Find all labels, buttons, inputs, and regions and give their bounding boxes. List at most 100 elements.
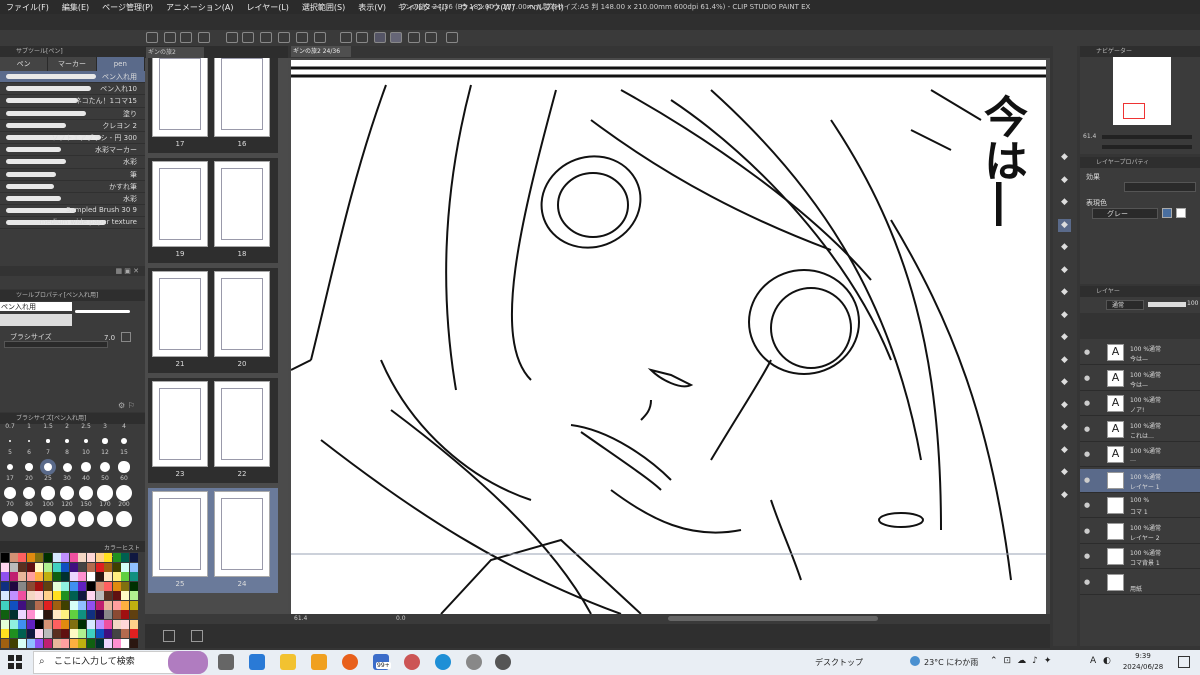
- layer-row[interactable]: ● 100 % コマ 1: [1080, 494, 1200, 518]
- layer-row[interactable]: ● A 100 %通常 今は—: [1080, 367, 1200, 391]
- color-swatch[interactable]: [52, 591, 61, 600]
- color-swatch[interactable]: [87, 591, 95, 600]
- color-swatch[interactable]: [26, 572, 35, 581]
- color-swatch[interactable]: [61, 553, 70, 562]
- clear-icon[interactable]: [260, 32, 272, 43]
- menu-item[interactable]: ファイル(F): [6, 2, 49, 13]
- brush-item[interactable]: ソフトエアブラシ - 円 300: [0, 132, 145, 145]
- color-swatch[interactable]: [130, 610, 138, 619]
- ruler-tool-icon[interactable]: ◆: [1058, 354, 1071, 367]
- open-icon[interactable]: [180, 32, 192, 43]
- eraser-tool-icon[interactable]: ◆: [1058, 241, 1071, 254]
- snap-line-icon[interactable]: [408, 32, 420, 43]
- color-swatch[interactable]: [61, 610, 70, 619]
- brush-size-dot[interactable]: [21, 511, 37, 527]
- brush-item[interactable]: ペン入れ用: [0, 71, 145, 84]
- tab-page-manager[interactable]: ギンの旅2: [146, 47, 204, 58]
- brush-size-dot[interactable]: [59, 511, 75, 527]
- color-swatch[interactable]: [52, 619, 61, 629]
- color-swatch[interactable]: [112, 619, 121, 629]
- visibility-icon[interactable]: ●: [1084, 501, 1090, 509]
- layer-row[interactable]: ● A 100 %通常…: [1080, 443, 1200, 467]
- color-swatch[interactable]: [1, 619, 9, 629]
- color-swatch[interactable]: [78, 629, 87, 638]
- notification-icon[interactable]: [1178, 656, 1190, 668]
- color-swatch[interactable]: [35, 600, 44, 610]
- brush-item[interactable]: 塗り: [0, 108, 145, 120]
- brush-size-dot[interactable]: [27, 439, 31, 443]
- color-swatch[interactable]: [95, 600, 104, 610]
- brush-size-value[interactable]: 7.0: [104, 334, 115, 342]
- color-swatch[interactable]: [87, 610, 95, 619]
- color-swatch[interactable]: [121, 610, 130, 619]
- color-swatch[interactable]: [44, 638, 52, 648]
- snap-icon[interactable]: [340, 32, 352, 43]
- zoom-value[interactable]: 61.4: [294, 615, 307, 622]
- color-swatch[interactable]: [44, 562, 52, 572]
- color-swatch[interactable]: [9, 600, 18, 610]
- visibility-icon[interactable]: ●: [1084, 348, 1090, 356]
- brush-size-dot[interactable]: [22, 486, 36, 500]
- color-swatch[interactable]: [9, 610, 18, 619]
- color-swatch[interactable]: [78, 638, 87, 648]
- lasso-tool-icon[interactable]: ◆: [1058, 196, 1071, 209]
- color-swatch[interactable]: [95, 591, 104, 600]
- color-swatch[interactable]: [18, 562, 27, 572]
- color-swatch[interactable]: [52, 562, 61, 572]
- color-swatch[interactable]: [104, 629, 113, 638]
- color-swatch[interactable]: [35, 619, 44, 629]
- home-icon[interactable]: [146, 32, 158, 43]
- app-icon[interactable]: [311, 654, 327, 670]
- brush-size-dot[interactable]: [41, 486, 55, 500]
- color-swatch[interactable]: [69, 562, 78, 572]
- color-swatch[interactable]: [130, 600, 138, 610]
- brush-size-dot[interactable]: [46, 439, 50, 443]
- page-thumbnail[interactable]: [214, 161, 270, 247]
- page-thumbnail[interactable]: [152, 271, 208, 357]
- color-swatch[interactable]: [95, 610, 104, 619]
- color-swatch[interactable]: [26, 553, 35, 562]
- explorer-icon[interactable]: [280, 654, 296, 670]
- page-spread[interactable]: 19 18: [148, 158, 278, 263]
- brush-size-dot[interactable]: [43, 462, 53, 472]
- frame-tool-icon[interactable]: ◆: [1058, 331, 1071, 344]
- color-swatch[interactable]: [130, 562, 138, 572]
- brush-size-dot[interactable]: [81, 462, 91, 472]
- color-swatch[interactable]: [87, 553, 95, 562]
- color-swatch[interactable]: [78, 591, 87, 600]
- blend-mode-select[interactable]: 通常: [1106, 300, 1144, 310]
- color-swatch[interactable]: [69, 553, 78, 562]
- subtool-tab[interactable]: ペン: [0, 57, 49, 71]
- color-swatch[interactable]: [69, 600, 78, 610]
- menu-item[interactable]: レイヤー(L): [246, 2, 288, 13]
- color-swatch[interactable]: [121, 638, 130, 648]
- color-swatch[interactable]: [44, 581, 52, 591]
- color-swatch[interactable]: [52, 610, 61, 619]
- color-swatch[interactable]: [26, 610, 35, 619]
- color-swatch[interactable]: [9, 572, 18, 581]
- page-add-icon[interactable]: [191, 630, 203, 642]
- color-swatch[interactable]: [112, 581, 121, 591]
- color-swatch[interactable]: [52, 629, 61, 638]
- rotation-value[interactable]: 0.0: [396, 615, 406, 622]
- color-swatch[interactable]: [78, 581, 87, 591]
- blend-tool-icon[interactable]: ◆: [1058, 399, 1071, 412]
- color-swatch[interactable]: [121, 572, 130, 581]
- color-swatch[interactable]: [69, 619, 78, 629]
- color-swatch[interactable]: [61, 600, 70, 610]
- save-icon[interactable]: [198, 32, 210, 43]
- color-swatch[interactable]: [104, 562, 113, 572]
- visibility-icon[interactable]: ●: [1084, 552, 1090, 560]
- color-swatch[interactable]: [35, 562, 44, 572]
- color-swatch[interactable]: [104, 553, 113, 562]
- color-swatch[interactable]: [26, 581, 35, 591]
- color-swatch[interactable]: [61, 638, 70, 648]
- clip-studio-icon[interactable]: [466, 654, 482, 670]
- menu-item[interactable]: アニメーション(A): [166, 2, 233, 13]
- color-swatch[interactable]: [69, 581, 78, 591]
- color-swatch[interactable]: [112, 610, 121, 619]
- eyedrop-tool-icon[interactable]: ◆: [1058, 286, 1071, 299]
- color-swatch[interactable]: [69, 572, 78, 581]
- color-swatch[interactable]: [112, 553, 121, 562]
- color-swatch[interactable]: [61, 572, 70, 581]
